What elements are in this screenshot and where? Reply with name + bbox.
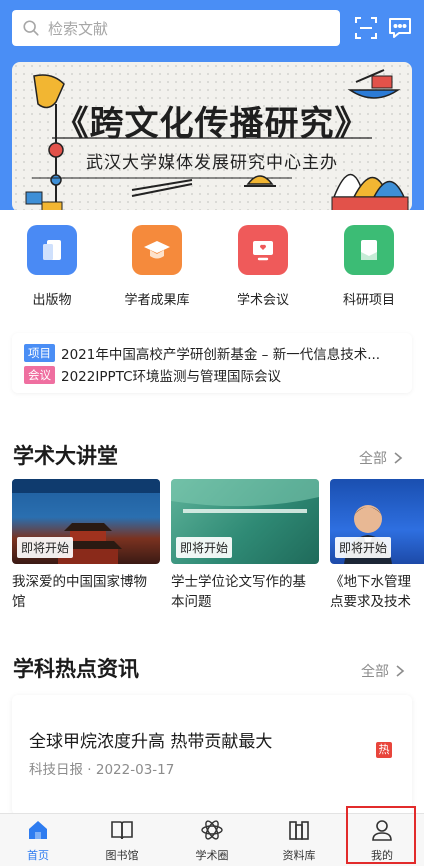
category-label: 学者成果库 bbox=[124, 293, 190, 308]
search-bar[interactable]: 检索文献 bbox=[12, 10, 340, 46]
category-publications[interactable]: 出版物 bbox=[17, 225, 87, 308]
lectures-section-title: 学术大讲堂 bbox=[13, 444, 118, 468]
tab-label: 图书馆 bbox=[105, 849, 139, 862]
banner-carousel[interactable]: 《跨文化传播研究》 武汉大学媒体发展研究中心主办 bbox=[12, 62, 412, 212]
project-icon bbox=[344, 225, 394, 275]
atom-icon bbox=[201, 820, 223, 840]
tab-label: 首页 bbox=[27, 849, 49, 862]
home-icon bbox=[29, 821, 47, 839]
app-screen: 检索文献 《跨文化传播研究》 武汉大学媒体发展研究中心主办 出版物 学者成果库 … bbox=[0, 0, 424, 866]
lecture-badge: 即将开始 bbox=[17, 537, 74, 558]
news-card[interactable]: 全球甲烷浓度升高 热带贡献最大 科技日报 · 2022-03-17 热 bbox=[12, 695, 412, 815]
lecture-badge: 即将开始 bbox=[176, 537, 233, 558]
notice-item[interactable]: 项目 2021年中国高校产学研创新基金 – 新一代信息技术... bbox=[24, 343, 380, 363]
notice-text: 2021年中国高校产学研创新基金 – 新一代信息技术... bbox=[61, 347, 381, 363]
category-label: 出版物 bbox=[32, 293, 72, 308]
tab-library[interactable]: 图书馆 bbox=[87, 818, 157, 863]
notice-text: 2022IPPTC环境监测与管理国际会议 bbox=[61, 369, 282, 385]
lecture-title: 学士学位论文写作的基本问题 bbox=[171, 574, 306, 610]
lecture-title: 《地下水管理点要求及技术 bbox=[330, 574, 411, 610]
graduation-cap-icon bbox=[132, 225, 182, 275]
all-label: 全部 bbox=[359, 451, 387, 467]
chevron-right-icon bbox=[396, 665, 405, 677]
book-icon bbox=[111, 821, 133, 840]
category-scholar-achievements[interactable]: 学者成果库 bbox=[122, 225, 192, 308]
tab-database[interactable]: 资料库 bbox=[264, 818, 334, 863]
chevron-right-icon bbox=[394, 452, 403, 464]
lectures-all-link[interactable]: 全部 bbox=[359, 448, 403, 468]
lecture-title: 我深爱的中国国家博物馆 bbox=[12, 574, 147, 610]
tab-label: 资料库 bbox=[282, 849, 316, 862]
banner-title: 《跨文化传播研究》 bbox=[54, 104, 370, 144]
notice-board: 项目 2021年中国高校产学研创新基金 – 新一代信息技术... 会议 2022… bbox=[12, 333, 412, 393]
lecture-badge: 即将开始 bbox=[335, 537, 392, 558]
tab-mine-highlight-frame bbox=[346, 806, 416, 864]
search-placeholder: 检索文献 bbox=[48, 19, 109, 38]
scan-button[interactable] bbox=[352, 14, 380, 42]
category-research-projects[interactable]: 科研项目 bbox=[334, 225, 404, 308]
tab-label: 学术圈 bbox=[195, 849, 229, 862]
banner-subtitle: 武汉大学媒体发展研究中心主办 bbox=[86, 153, 338, 173]
news-title: 全球甲烷浓度升高 热带贡献最大 bbox=[29, 732, 273, 752]
lecture-card[interactable]: 即将开始 《地下水管理点要求及技术 bbox=[330, 479, 424, 612]
notice-item[interactable]: 会议 2022IPPTC环境监测与管理国际会议 bbox=[24, 365, 281, 385]
category-label: 科研项目 bbox=[342, 293, 395, 308]
notice-tag: 项目 bbox=[24, 344, 55, 362]
lecture-thumbnail: 即将开始 bbox=[171, 479, 319, 564]
news-section-title: 学科热点资讯 bbox=[13, 657, 139, 681]
lecture-thumbnail: 即将开始 bbox=[330, 479, 424, 564]
tab-home[interactable]: 首页 bbox=[3, 818, 73, 863]
hot-badge: 热 bbox=[376, 742, 392, 758]
notice-tag: 会议 bbox=[24, 366, 55, 384]
message-button[interactable] bbox=[386, 14, 414, 42]
lecture-thumbnail: 即将开始 bbox=[12, 479, 160, 564]
tab-academic-circle[interactable]: 学术圈 bbox=[177, 818, 247, 863]
search-icon bbox=[23, 20, 39, 36]
category-grid: 出版物 学者成果库 学术会议 科研项目 bbox=[0, 225, 424, 315]
publication-icon bbox=[27, 225, 77, 275]
category-label: 学术会议 bbox=[236, 293, 289, 308]
lecture-card[interactable]: 即将开始 学士学位论文写作的基本问题 bbox=[171, 479, 319, 612]
message-icon bbox=[389, 18, 411, 38]
scan-icon bbox=[355, 17, 377, 39]
news-meta: 科技日报 · 2022-03-17 bbox=[29, 762, 175, 778]
category-conferences[interactable]: 学术会议 bbox=[228, 225, 298, 308]
meeting-screen-icon bbox=[238, 225, 288, 275]
archive-icon bbox=[289, 821, 309, 840]
news-all-link[interactable]: 全部 bbox=[361, 661, 405, 681]
all-label: 全部 bbox=[361, 664, 389, 680]
lecture-card[interactable]: 即将开始 我深爱的中国国家博物馆 bbox=[12, 479, 160, 612]
